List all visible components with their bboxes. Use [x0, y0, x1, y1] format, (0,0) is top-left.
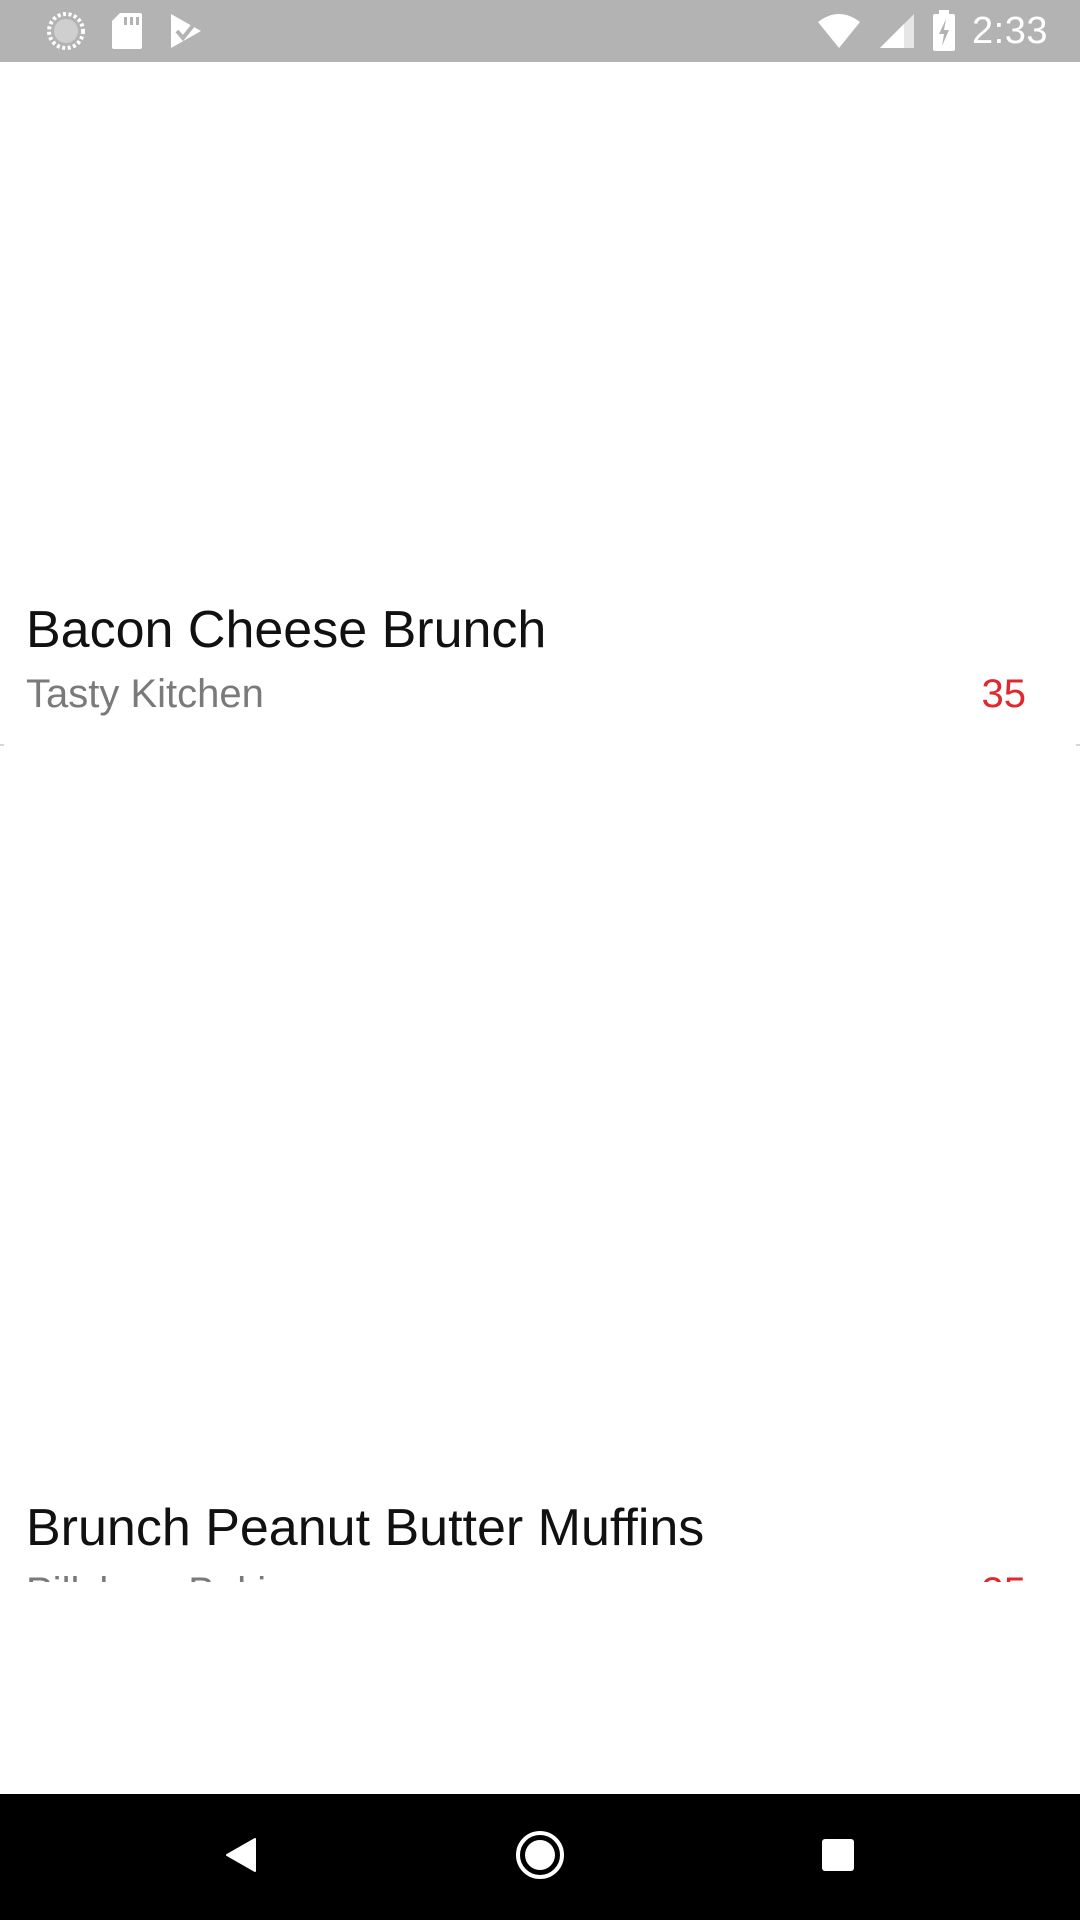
recipe-title[interactable]: Bacon Cheese Brunch [26, 600, 546, 660]
sd-card-icon [110, 11, 144, 51]
recents-button[interactable] [775, 1794, 901, 1920]
screen: 2:33 Bacon Cheese Brunch Tasty Kitchen 3… [0, 0, 1080, 1920]
navigation-bar [0, 1794, 1080, 1920]
status-time: 2:33 [972, 9, 1048, 52]
battery-charging-icon [932, 10, 956, 52]
cell-signal-icon [878, 12, 916, 50]
wifi-icon [816, 12, 862, 50]
recipe-card[interactable]: Brunch Peanut Butter Muffins Pillsbury B… [0, 746, 1080, 1614]
recipe-title[interactable]: Brunch Peanut Butter Muffins [26, 1498, 704, 1558]
recipe-image[interactable] [0, 62, 1080, 582]
home-icon [515, 1830, 565, 1885]
recipe-feed[interactable]: Bacon Cheese Brunch Tasty Kitchen 35 Bru… [0, 62, 1080, 1794]
back-button[interactable] [178, 1794, 304, 1920]
recipe-image[interactable] [0, 746, 1080, 1418]
recipe-card[interactable]: Bacon Cheese Brunch Tasty Kitchen 35 [0, 62, 1080, 746]
recipe-count: 35 [981, 672, 1027, 716]
recipe-image[interactable] [0, 1582, 1080, 1794]
back-icon [221, 1835, 261, 1880]
status-right-icons: 2:33 [800, 10, 1048, 53]
recents-icon [820, 1837, 856, 1878]
loading-circle-icon [46, 11, 86, 51]
recipe-source[interactable]: Tasty Kitchen [26, 672, 264, 717]
recipe-card[interactable] [0, 1582, 1080, 1794]
status-left-icons [46, 11, 228, 51]
play-store-check-icon [168, 11, 204, 51]
home-button[interactable] [477, 1794, 603, 1920]
status-bar: 2:33 [0, 0, 1080, 62]
